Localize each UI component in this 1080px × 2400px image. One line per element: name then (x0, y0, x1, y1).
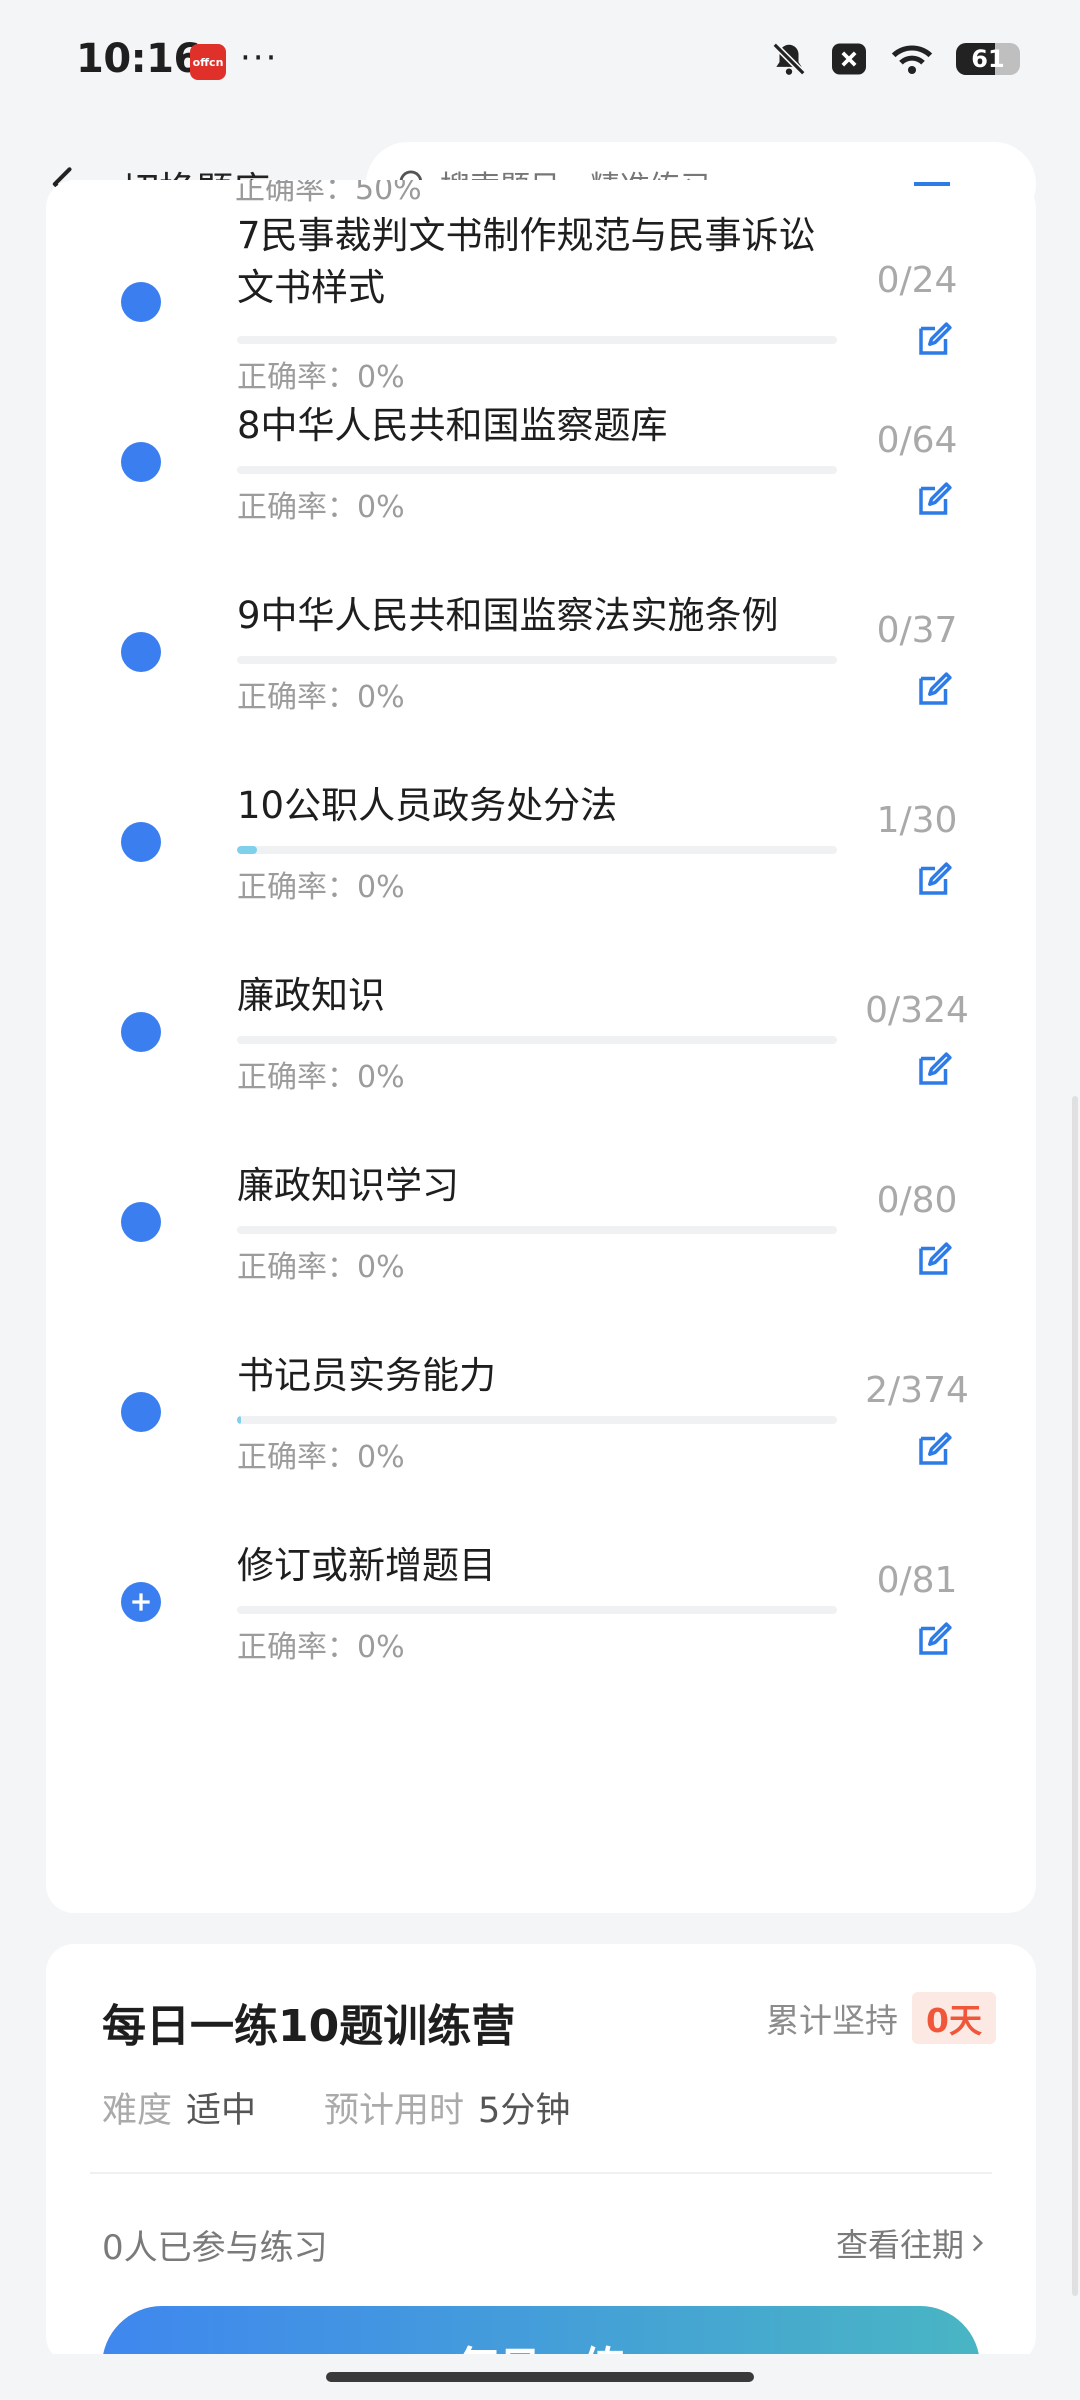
accuracy-label: 正确率：50% (235, 180, 422, 207)
status-dot-icon (121, 1012, 161, 1052)
progress-count: 0/24 (876, 260, 958, 301)
difficulty-label: 难度 (102, 2091, 173, 2131)
list-item[interactable]: 8中华人民共和国监察题库正确率：0% 0/64 (46, 400, 1036, 590)
history-label: 查看往期 (835, 2226, 964, 2264)
home-indicator[interactable] (326, 2372, 754, 2382)
bell-muted-icon (772, 42, 806, 76)
edit-icon[interactable] (914, 1618, 956, 1660)
progress-bar (237, 1036, 837, 1044)
chevron-right-icon (972, 2234, 984, 2252)
add-circle-icon (121, 1582, 161, 1622)
view-history-link[interactable]: 查看往期 (836, 2220, 990, 2266)
edit-icon[interactable] (914, 668, 956, 710)
edit-icon[interactable] (914, 1428, 956, 1470)
question-bank-list: 正确率：50% 7民事裁判文书制作规范与民事诉讼文书样式正确率：0% 0/24 8中华… (46, 180, 1036, 1913)
edit-icon[interactable] (914, 1048, 956, 1090)
status-dot-icon (121, 442, 161, 482)
edit-icon[interactable] (914, 180, 950, 186)
list-item[interactable]: 10公职人员政务处分法正确率：0% 1/30 (46, 780, 1036, 970)
time-value: 5分钟 (478, 2091, 571, 2131)
edit-icon[interactable] (914, 478, 956, 520)
edit-icon[interactable] (914, 1238, 956, 1280)
item-title: 廉政知识学习 (237, 1164, 459, 1207)
status-dot-icon (121, 1202, 161, 1242)
accuracy-label: 正确率：0% (237, 1440, 405, 1475)
more-notifications-icon: ··· (240, 38, 279, 78)
status-dot-icon (121, 1392, 161, 1432)
status-bar: 10:16 offcn ··· 61 (0, 0, 1080, 120)
item-title: 10公职人员政务处分法 (237, 784, 618, 827)
participants-count: 0人已参与练习 (102, 2228, 328, 2268)
progress-bar (237, 1226, 837, 1234)
persist-counter: 累计坚持 0天 (766, 1992, 996, 2044)
list-item[interactable]: 修订或新增题目正确率：0% 0/81 (46, 1540, 1036, 1730)
progress-count: 1/30 (876, 800, 958, 841)
status-dot-icon (121, 282, 161, 322)
progress-count: 0/324 (865, 990, 969, 1031)
status-icons: 61 (770, 40, 1020, 78)
item-title: 7民事裁判文书制作规范与民事诉讼文书样式 (237, 214, 816, 309)
daily-title: 每日一练10题训练营 (102, 2001, 516, 2052)
persist-label: 累计坚持 (766, 2001, 899, 2040)
list-item[interactable]: 9中华人民共和国监察法实施条例正确率：0% 0/37 (46, 590, 1036, 780)
wifi-icon (891, 45, 933, 75)
item-title: 书记员实务能力 (237, 1354, 496, 1397)
progress-count: 0/64 (876, 420, 958, 461)
progress-bar (237, 846, 837, 854)
battery-level: 61 (971, 45, 1005, 73)
accuracy-label: 正确率：0% (237, 1630, 405, 1665)
accuracy-label: 正确率：0% (237, 360, 405, 395)
list-item[interactable]: 书记员实务能力正确率：0% 2/374 (46, 1350, 1036, 1540)
item-title: 9中华人民共和国监察法实施条例 (237, 594, 779, 637)
list-item[interactable]: 廉政知识正确率：0% 0/324 (46, 970, 1036, 1160)
close-box-icon (832, 43, 866, 75)
edit-icon[interactable] (914, 858, 956, 900)
edit-icon[interactable] (914, 318, 956, 360)
status-dot-icon (121, 632, 161, 672)
persist-badge: 0天 (912, 1992, 996, 2044)
accuracy-label: 正确率：0% (237, 1060, 405, 1095)
item-title: 修订或新增题目 (237, 1544, 496, 1587)
accuracy-label: 正确率：0% (237, 1250, 405, 1285)
progress-count: 0/37 (876, 610, 958, 651)
progress-fill (237, 846, 257, 854)
accuracy-label: 正确率：0% (237, 680, 405, 715)
progress-bar (237, 336, 837, 344)
time-label: 预计用时 (324, 2091, 465, 2131)
progress-bar (237, 656, 837, 664)
status-time: 10:16 (76, 36, 201, 82)
scrollbar[interactable] (1072, 1096, 1078, 2296)
progress-count: 0/81 (876, 1560, 958, 1601)
status-dot-icon (121, 822, 161, 862)
battery-icon: 61 (956, 43, 1020, 75)
accuracy-label: 正确率：0% (237, 870, 405, 905)
progress-bar (237, 1606, 837, 1614)
list-item[interactable]: 7民事裁判文书制作规范与民事诉讼文书样式正确率：0% 0/24 (46, 210, 1036, 400)
offcn-app-icon: offcn (190, 44, 226, 80)
list-item[interactable]: 廉政知识学习正确率：0% 0/80 (46, 1160, 1036, 1350)
progress-bar (237, 466, 837, 474)
accuracy-label: 正确率：0% (237, 490, 405, 525)
daily-practice-card: 每日一练10题训练营 累计坚持 0天 难度 适中 预计用时 5分钟 0人已参与练… (46, 1944, 1036, 2364)
item-title: 廉政知识 (237, 974, 385, 1017)
divider (90, 2172, 992, 2174)
progress-count: 2/374 (865, 1370, 969, 1411)
progress-count: 0/80 (876, 1180, 958, 1221)
progress-fill (237, 1416, 241, 1424)
difficulty-value: 适中 (186, 2091, 257, 2131)
daily-meta: 难度 适中 预计用时 5分钟 (102, 2082, 638, 2133)
item-title: 8中华人民共和国监察题库 (237, 404, 668, 447)
progress-bar (237, 1416, 837, 1424)
